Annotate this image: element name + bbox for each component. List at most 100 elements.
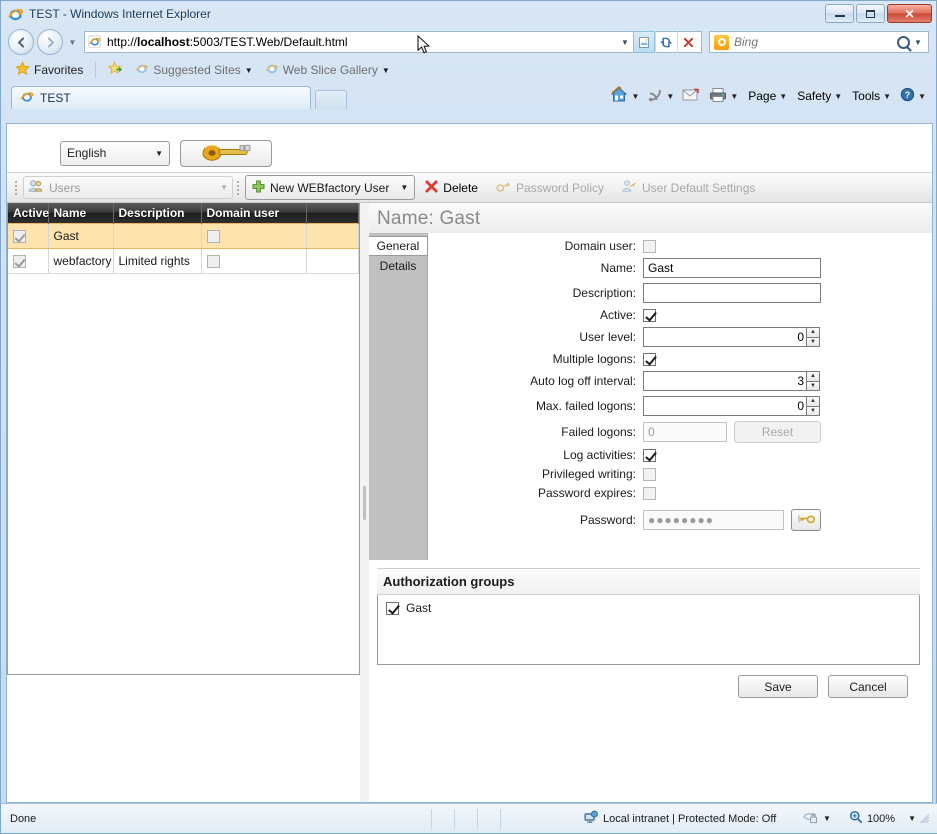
user-default-settings-button[interactable]: User Default Settings: [614, 175, 763, 200]
feeds-icon[interactable]: [647, 87, 663, 106]
home-icon[interactable]: [610, 86, 628, 106]
minimize-button[interactable]: [825, 4, 854, 23]
help-icon[interactable]: ?: [900, 87, 915, 105]
domain-user-checkbox[interactable]: [207, 230, 220, 243]
users-grid[interactable]: Active Name Description Domain user Gast: [7, 203, 360, 675]
authorization-groups-list[interactable]: Gast: [377, 595, 920, 665]
splitter-handle[interactable]: [363, 486, 366, 520]
max-failed-logons-stepper[interactable]: ▲ ▼: [806, 396, 820, 416]
column-header-filler[interactable]: [306, 203, 359, 224]
cell-active[interactable]: [8, 224, 48, 249]
new-tab-button[interactable]: [315, 90, 347, 109]
auth-group-checkbox[interactable]: [386, 602, 399, 615]
safety-menu[interactable]: Safety: [797, 89, 831, 103]
language-select[interactable]: English ▼: [60, 141, 170, 166]
auto-log-off-stepper[interactable]: ▲ ▼: [806, 371, 820, 391]
name-input[interactable]: Gast: [643, 258, 821, 278]
password-policy-button[interactable]: Password Policy: [488, 175, 612, 200]
search-input[interactable]: Bing: [734, 35, 897, 49]
column-header-active[interactable]: Active: [8, 203, 48, 224]
address-bar[interactable]: http://localhost:5003/TEST.Web/Default.h…: [84, 31, 702, 53]
tab-details[interactable]: Details: [369, 256, 427, 276]
multiple-logons-checkbox[interactable]: [643, 353, 656, 366]
web-slice-gallery-button[interactable]: Web Slice Gallery ▼: [261, 60, 394, 81]
active-checkbox[interactable]: [13, 230, 26, 243]
cell-domain-user[interactable]: [201, 249, 306, 274]
user-level-input[interactable]: 0: [643, 327, 807, 347]
log-activities-checkbox[interactable]: [643, 449, 656, 462]
module-combo[interactable]: Users ▼: [23, 176, 233, 199]
reset-button[interactable]: Reset: [734, 421, 821, 443]
active-checkbox[interactable]: [643, 309, 656, 322]
privacy-report-icon[interactable]: [802, 810, 819, 828]
security-zone[interactable]: Local intranet | Protected Mode: Off: [583, 810, 776, 827]
save-button[interactable]: Save: [738, 675, 818, 698]
column-header-domain-user[interactable]: Domain user: [201, 203, 306, 224]
max-failed-logons-input[interactable]: 0: [643, 396, 807, 416]
page-menu[interactable]: Page: [748, 89, 776, 103]
tools-menu[interactable]: Tools: [852, 89, 880, 103]
recent-pages-dropdown[interactable]: ▼: [66, 38, 79, 47]
print-icon[interactable]: [709, 87, 727, 106]
stepper-down-icon[interactable]: ▼: [806, 381, 820, 392]
delete-button[interactable]: Delete: [417, 175, 486, 200]
maximize-button[interactable]: [856, 4, 885, 23]
change-password-button[interactable]: [791, 509, 821, 531]
cell-active[interactable]: [8, 249, 48, 274]
chevron-down-icon[interactable]: ▼: [666, 92, 674, 101]
table-row[interactable]: webfactory Limited rights: [8, 249, 359, 274]
search-provider-dropdown-icon[interactable]: ▼: [910, 32, 926, 52]
favorites-button[interactable]: Favorites: [11, 59, 87, 81]
resize-grip[interactable]: [920, 814, 930, 824]
suggested-sites-button[interactable]: Suggested Sites ▼: [131, 60, 256, 81]
chevron-down-icon[interactable]: ▼: [400, 183, 408, 192]
chevron-down-icon[interactable]: ▼: [834, 92, 842, 101]
stop-icon[interactable]: [677, 31, 699, 53]
chevron-down-icon[interactable]: ▼: [908, 814, 916, 823]
tab-test[interactable]: TEST: [11, 86, 311, 109]
new-webfactory-user-button[interactable]: New WEBfactory User ▼: [245, 175, 415, 200]
list-item[interactable]: Gast: [386, 601, 911, 615]
chevron-down-icon[interactable]: ▼: [382, 66, 390, 75]
cell-domain-user[interactable]: [201, 224, 306, 249]
toolbar-grip-2[interactable]: [235, 179, 240, 197]
chevron-down-icon[interactable]: ▼: [245, 66, 253, 75]
forward-button[interactable]: [37, 29, 63, 55]
search-icon[interactable]: [897, 36, 910, 49]
column-header-description[interactable]: Description: [113, 203, 201, 224]
privileged-writing-checkbox[interactable]: [643, 468, 656, 481]
tab-general[interactable]: General: [369, 236, 428, 256]
chevron-down-icon[interactable]: ▼: [631, 92, 639, 101]
pane-splitter[interactable]: [360, 203, 369, 803]
login-key-button[interactable]: [180, 140, 272, 167]
description-input[interactable]: [643, 283, 821, 303]
search-box[interactable]: Bing ▼: [709, 31, 929, 53]
chevron-down-icon[interactable]: ▼: [823, 814, 831, 823]
compatibility-view-icon[interactable]: [633, 31, 655, 53]
toolbar-grip[interactable]: [13, 179, 18, 197]
stepper-down-icon[interactable]: ▼: [806, 406, 820, 417]
address-dropdown-icon[interactable]: ▼: [617, 32, 633, 52]
auto-log-off-interval-input[interactable]: 3: [643, 371, 807, 391]
user-level-stepper[interactable]: ▲ ▼: [806, 327, 820, 347]
stepper-up-icon[interactable]: ▲: [806, 396, 820, 406]
domain-user-checkbox[interactable]: [207, 255, 220, 268]
chevron-down-icon[interactable]: ▼: [730, 92, 738, 101]
stepper-up-icon[interactable]: ▲: [806, 371, 820, 381]
active-checkbox[interactable]: [13, 255, 26, 268]
domain-user-checkbox[interactable]: [643, 240, 656, 253]
add-to-favorites-bar-button[interactable]: [104, 59, 127, 81]
chevron-down-icon[interactable]: ▼: [918, 92, 926, 101]
zoom-control[interactable]: 100% ▼: [849, 810, 916, 827]
chevron-down-icon[interactable]: ▼: [779, 92, 787, 101]
read-mail-icon[interactable]: [682, 88, 700, 105]
close-button[interactable]: ✕: [887, 4, 932, 23]
stepper-up-icon[interactable]: ▲: [806, 327, 820, 337]
stepper-down-icon[interactable]: ▼: [806, 337, 820, 348]
password-expires-checkbox[interactable]: [643, 487, 656, 500]
chevron-down-icon[interactable]: ▼: [883, 92, 891, 101]
cancel-button[interactable]: Cancel: [828, 675, 908, 698]
back-button[interactable]: [8, 29, 34, 55]
table-row[interactable]: Gast: [8, 224, 359, 249]
refresh-icon[interactable]: [655, 31, 677, 53]
